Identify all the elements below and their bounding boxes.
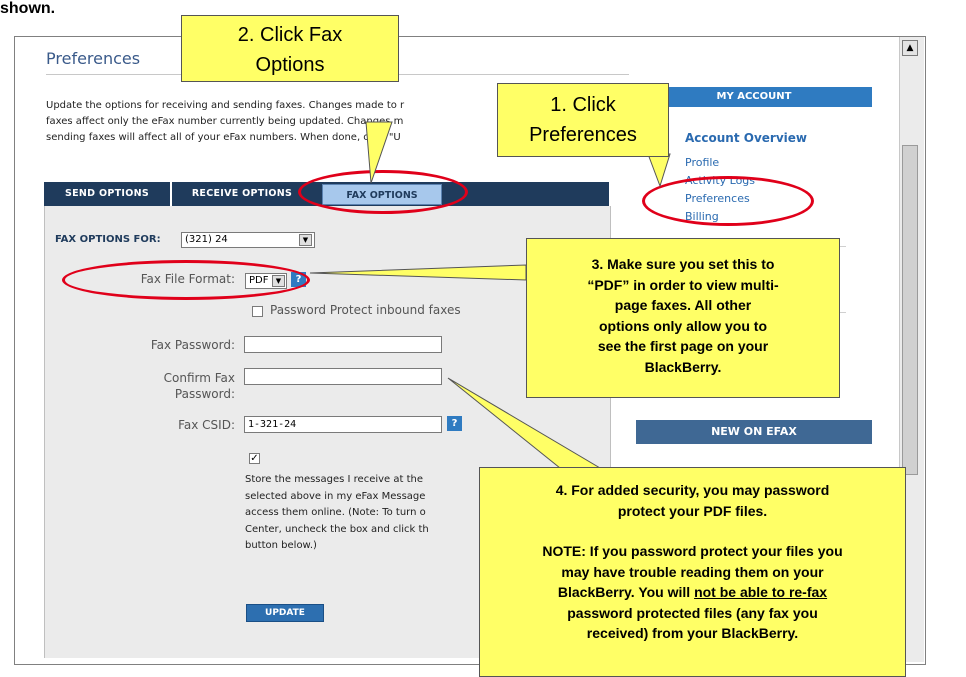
callout-line: received) from your BlackBerry. xyxy=(586,625,799,641)
callout-click-fax-options: 2. Click Fax Options xyxy=(181,15,399,82)
callout-line: 3. Make sure you set this to xyxy=(591,256,775,272)
callout-line: BlackBerry. You will not be able to re-f… xyxy=(480,582,905,603)
callout-line: 2. Click Fax xyxy=(237,24,343,46)
callout-spacer xyxy=(480,521,905,541)
callout-line: 1. Click xyxy=(550,94,616,116)
callout2-pointer xyxy=(365,121,393,184)
callout3-pointer xyxy=(309,264,527,281)
callout-line: 4. For added security, you may password xyxy=(555,482,830,498)
callout-line: BlackBerry. xyxy=(644,358,722,375)
callout1-pointer xyxy=(647,153,671,188)
callout-line: Preferences xyxy=(529,124,637,146)
callout-pdf-format: 3. Make sure you set this to “PDF” in or… xyxy=(526,238,840,398)
callout-line: NOTE: If you password protect your files… xyxy=(542,543,843,559)
callout-line: see the first page on your xyxy=(597,338,769,354)
callout-line: password protected files (any fax you xyxy=(567,604,818,621)
callout-line: page faxes. All other xyxy=(614,297,752,313)
callout-text: BlackBerry. You will xyxy=(557,584,691,600)
callout-line: may have trouble reading them on your xyxy=(561,563,824,580)
callout-line: protect your PDF files. xyxy=(617,502,768,519)
callout-password-protect: 4. For added security, you may password … xyxy=(479,467,906,677)
callout-line: options only allow you to xyxy=(599,317,767,334)
callout-line: Options xyxy=(255,54,325,76)
callout-click-preferences: 1. Click Preferences xyxy=(497,83,669,157)
callout-underlined-text: not be able to re-fax xyxy=(694,584,828,600)
callout-line: “PDF” in order to view multi- xyxy=(587,276,779,293)
